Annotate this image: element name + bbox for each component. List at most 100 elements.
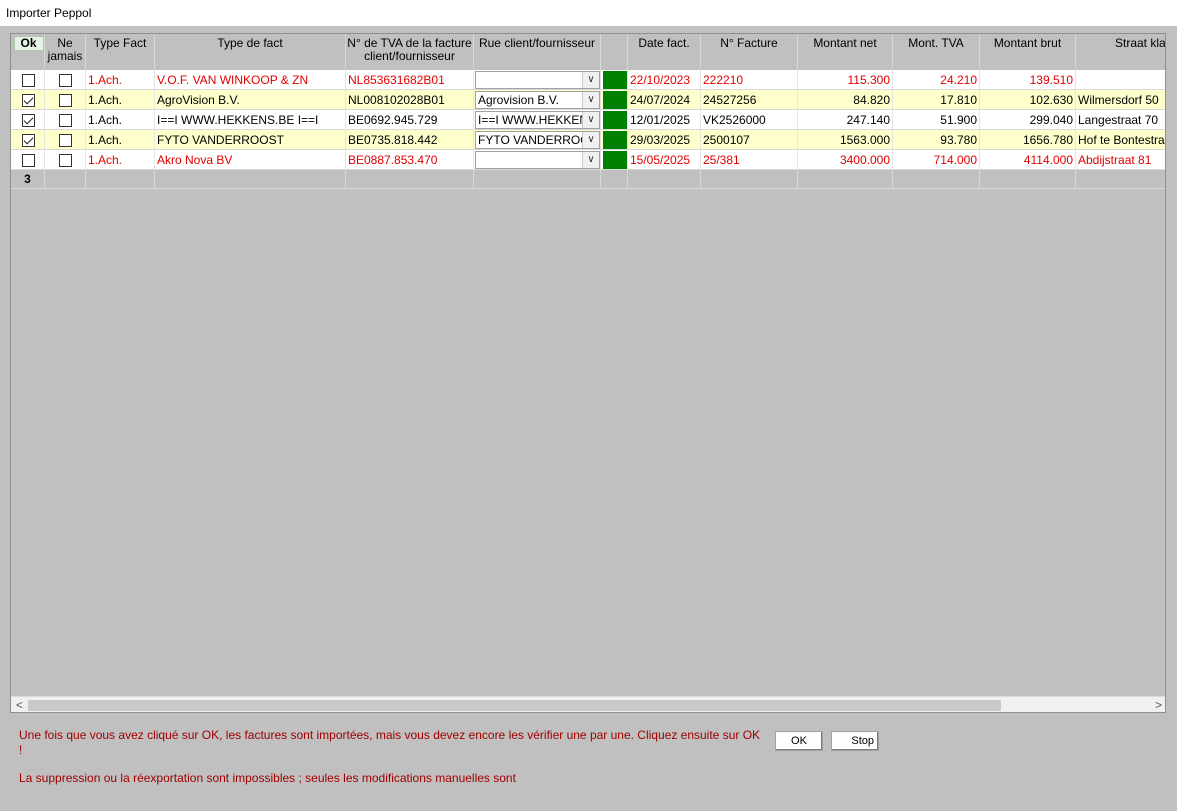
summary-cell xyxy=(798,170,893,189)
status-indicator xyxy=(603,91,627,109)
vat-amount-cell: 51.900 xyxy=(893,110,980,130)
net-amount-cell: 247.140 xyxy=(798,110,893,130)
invoice-type-cell: 1.Ach. xyxy=(86,70,155,90)
header-vat-number: N° de TVA de la facture client/fournisse… xyxy=(346,34,474,70)
header-street: Rue client/fournisseur xyxy=(474,34,601,70)
select-cell xyxy=(11,90,45,110)
street-combobox[interactable]: Agrovision B.V. ∨ xyxy=(475,91,600,109)
vat-amount-cell: 24.210 xyxy=(893,70,980,90)
status-cell xyxy=(601,150,628,170)
straat-cell: Langestraat 70 xyxy=(1076,110,1165,130)
street-combobox[interactable]: I==I WWW.HEKKEN ∨ xyxy=(475,111,600,129)
chevron-down-icon[interactable]: ∨ xyxy=(582,92,599,108)
invoice-date-cell: 15/05/2025 xyxy=(628,150,701,170)
select-cell xyxy=(11,130,45,150)
gross-amount-cell: 299.040 xyxy=(980,110,1076,130)
street-cell: FYTO VANDERROO ∨ xyxy=(474,130,601,150)
summary-cell xyxy=(980,170,1076,189)
street-cell: ∨ xyxy=(474,150,601,170)
never-checkbox[interactable] xyxy=(59,94,72,107)
never-checkbox[interactable] xyxy=(59,74,72,87)
header-gross-amount: Montant brut xyxy=(980,34,1076,70)
table-row[interactable]: 1.Ach. V.O.F. VAN WINKOOP & ZN NL853631682… xyxy=(11,70,1165,90)
grid-body: Ok Ne jamais Type Fact Type de fact N° d… xyxy=(11,34,1165,696)
summary-cell xyxy=(628,170,701,189)
straat-cell: Wilmersdorf 50 xyxy=(1076,90,1165,110)
chevron-down-icon[interactable]: ∨ xyxy=(582,132,599,148)
select-checkbox[interactable] xyxy=(22,114,35,127)
vat-amount-cell: 714.000 xyxy=(893,150,980,170)
supplier-name-cell: I==I WWW.HEKKENS.BE I==I xyxy=(155,110,346,130)
table-row[interactable]: 1.Ach. FYTO VANDERROOST BE0735.818.442 FYTO… xyxy=(11,130,1165,150)
supplier-name-cell: FYTO VANDERROOST xyxy=(155,130,346,150)
summary-cell xyxy=(86,170,155,189)
vat-amount-cell: 17.810 xyxy=(893,90,980,110)
street-cell: I==I WWW.HEKKEN ∨ xyxy=(474,110,601,130)
supplier-name-cell: Akro Nova BV xyxy=(155,150,346,170)
summary-row: 3 xyxy=(11,170,1165,189)
window-title: Importer Peppol xyxy=(0,0,1177,26)
summary-cell xyxy=(701,170,798,189)
never-cell xyxy=(45,70,86,90)
select-checkbox[interactable] xyxy=(22,154,35,167)
invoice-type-cell: 1.Ach. xyxy=(86,90,155,110)
street-combobox-value: I==I WWW.HEKKEN xyxy=(478,113,589,127)
chevron-down-icon[interactable]: ∨ xyxy=(582,152,599,168)
never-cell xyxy=(45,90,86,110)
status-cell xyxy=(601,90,628,110)
supplier-name-cell: V.O.F. VAN WINKOOP & ZN xyxy=(155,70,346,90)
select-checkbox[interactable] xyxy=(22,134,35,147)
never-cell xyxy=(45,110,86,130)
table-row[interactable]: 1.Ach. AgroVision B.V. NL008102028B01 Agrov… xyxy=(11,90,1165,110)
header-type-de-fact: Type de fact xyxy=(155,34,346,70)
select-checkbox[interactable] xyxy=(22,74,35,87)
header-straat: Straat kla xyxy=(1076,34,1165,70)
header-vat-amount: Mont. TVA xyxy=(893,34,980,70)
street-combobox[interactable]: FYTO VANDERROO ∨ xyxy=(475,131,600,149)
horizontal-scrollbar[interactable]: < > xyxy=(11,696,1165,712)
invoice-date-cell: 22/10/2023 xyxy=(628,70,701,90)
straat-cell: Hof te Bontestra xyxy=(1076,130,1165,150)
table-row[interactable]: 1.Ach. Akro Nova BV BE0887.853.470 ∨ 15/05/2… xyxy=(11,150,1165,170)
invoice-date-cell: 12/01/2025 xyxy=(628,110,701,130)
header-net-amount: Montant net xyxy=(798,34,893,70)
select-checkbox[interactable] xyxy=(22,94,35,107)
ok-button[interactable]: OK xyxy=(775,731,823,751)
invoice-number-cell: VK2526000 xyxy=(701,110,798,130)
invoice-number-cell: 24527256 xyxy=(701,90,798,110)
select-all-ok-button[interactable]: Ok xyxy=(13,36,44,51)
net-amount-cell: 1563.000 xyxy=(798,130,893,150)
gross-amount-cell: 1656.780 xyxy=(980,130,1076,150)
invoice-grid[interactable]: Ok Ne jamais Type Fact Type de fact N° d… xyxy=(10,33,1166,713)
supplier-name-cell: AgroVision B.V. xyxy=(155,90,346,110)
status-cell xyxy=(601,70,628,90)
never-checkbox[interactable] xyxy=(59,154,72,167)
stop-button[interactable]: Stop xyxy=(831,731,879,751)
status-cell xyxy=(601,130,628,150)
summary-cell xyxy=(474,170,601,189)
select-cell xyxy=(11,110,45,130)
chevron-down-icon[interactable]: ∨ xyxy=(582,72,599,88)
gross-amount-cell: 102.630 xyxy=(980,90,1076,110)
vat-number-cell: NL008102028B01 xyxy=(346,90,474,110)
scrollbar-thumb[interactable] xyxy=(28,700,1001,711)
status-indicator xyxy=(603,111,627,129)
select-cell xyxy=(11,150,45,170)
never-checkbox[interactable] xyxy=(59,134,72,147)
never-cell xyxy=(45,150,86,170)
street-combobox[interactable]: ∨ xyxy=(475,151,600,169)
header-ok[interactable]: Ok xyxy=(11,34,45,70)
summary-cell xyxy=(346,170,474,189)
invoice-date-cell: 29/03/2025 xyxy=(628,130,701,150)
street-combobox[interactable]: ∨ xyxy=(475,71,600,89)
invoice-type-cell: 1.Ach. xyxy=(86,110,155,130)
street-cell: Agrovision B.V. ∨ xyxy=(474,90,601,110)
selected-count: 3 xyxy=(11,170,45,189)
table-row[interactable]: 1.Ach. I==I WWW.HEKKENS.BE I==I BE0692.945… xyxy=(11,110,1165,130)
scroll-left-icon[interactable]: < xyxy=(11,697,28,712)
scroll-right-icon[interactable]: > xyxy=(1150,697,1165,712)
gross-amount-cell: 139.510 xyxy=(980,70,1076,90)
never-checkbox[interactable] xyxy=(59,114,72,127)
invoice-type-cell: 1.Ach. xyxy=(86,130,155,150)
chevron-down-icon[interactable]: ∨ xyxy=(582,112,599,128)
